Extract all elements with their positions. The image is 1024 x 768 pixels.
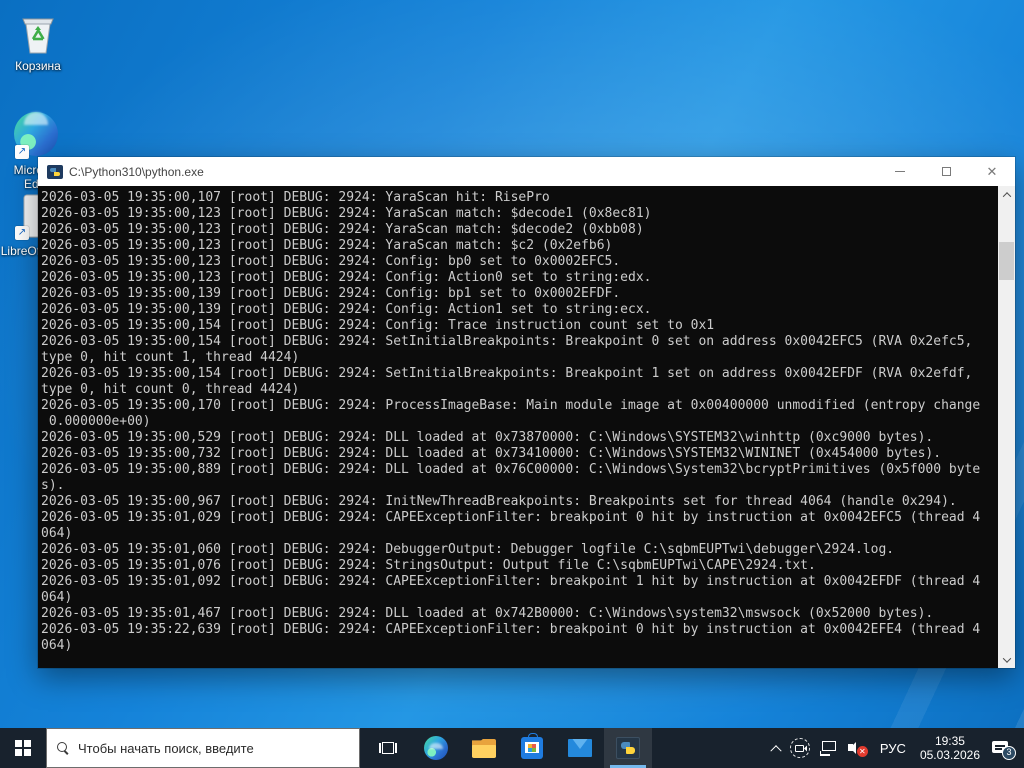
meet-now-button[interactable] bbox=[785, 728, 815, 768]
system-tray: ✕ РУС 19:35 05.03.2026 3 bbox=[767, 728, 1024, 768]
camera-icon bbox=[789, 738, 810, 758]
taskbar-app-edge[interactable] bbox=[412, 728, 460, 768]
window-titlebar[interactable]: C:\Python310\python.exe ✕ bbox=[38, 157, 1015, 186]
windows-logo-icon bbox=[15, 740, 31, 756]
chevron-down-icon bbox=[1002, 653, 1011, 663]
desktop-icon-recycle-bin[interactable]: Корзина bbox=[0, 8, 76, 73]
search-input[interactable]: Чтобы начать поиск, введите bbox=[46, 728, 360, 768]
volume-muted-icon: ✕ bbox=[847, 740, 868, 757]
taskbar-app-file-explorer[interactable] bbox=[460, 728, 508, 768]
notification-icon: 3 bbox=[992, 740, 1016, 760]
minimize-icon bbox=[895, 171, 905, 172]
taskbar-app-mail[interactable] bbox=[556, 728, 604, 768]
recycle-bin-icon bbox=[14, 8, 62, 56]
notification-badge: 3 bbox=[1002, 746, 1016, 760]
edge-icon: ↗ bbox=[14, 112, 62, 160]
chevron-up-icon bbox=[1002, 191, 1011, 201]
store-icon bbox=[521, 733, 543, 759]
clock-time: 19:35 bbox=[934, 734, 965, 748]
edge-icon bbox=[424, 736, 448, 760]
vertical-scrollbar[interactable] bbox=[998, 186, 1015, 668]
start-button[interactable] bbox=[0, 728, 46, 768]
network-button[interactable] bbox=[815, 728, 843, 768]
close-button[interactable]: ✕ bbox=[969, 157, 1015, 186]
search-icon bbox=[57, 742, 69, 754]
maximize-icon bbox=[941, 167, 951, 176]
action-center-button[interactable]: 3 bbox=[987, 728, 1024, 768]
taskbar-app-store[interactable] bbox=[508, 728, 556, 768]
close-icon: ✕ bbox=[986, 164, 998, 179]
language-indicator[interactable]: РУС bbox=[873, 741, 913, 756]
scrollbar-thumb[interactable] bbox=[999, 242, 1014, 280]
console-output: 2026-03-05 19:35:00,107 [root] DEBUG: 29… bbox=[38, 186, 998, 668]
console-log-text: 2026-03-05 19:35:00,107 [root] DEBUG: 29… bbox=[41, 190, 981, 653]
volume-button[interactable]: ✕ bbox=[843, 728, 873, 768]
folder-icon bbox=[472, 739, 496, 758]
taskbar-app-python-console[interactable] bbox=[604, 728, 652, 768]
task-view-icon bbox=[379, 740, 397, 756]
shortcut-arrow-icon: ↗ bbox=[15, 226, 29, 240]
search-placeholder: Чтобы начать поиск, введите bbox=[78, 740, 254, 756]
clock-date: 05.03.2026 bbox=[919, 748, 980, 762]
clock[interactable]: 19:35 05.03.2026 bbox=[913, 734, 987, 762]
desktop-icon-label: Корзина bbox=[15, 59, 61, 73]
console-window: C:\Python310\python.exe ✕ 2026-03-05 19:… bbox=[38, 157, 1015, 668]
show-hidden-icons-button[interactable] bbox=[767, 728, 785, 768]
maximize-button[interactable] bbox=[923, 157, 969, 186]
mail-icon bbox=[568, 739, 592, 757]
shortcut-arrow-icon: ↗ bbox=[15, 145, 29, 160]
scroll-down-button[interactable] bbox=[998, 651, 1015, 668]
task-view-button[interactable] bbox=[364, 728, 412, 768]
minimize-button[interactable] bbox=[877, 157, 923, 186]
taskbar: Чтобы начать поиск, введите ✕ РУС 19:35 … bbox=[0, 728, 1024, 768]
python-console-icon bbox=[47, 164, 63, 179]
window-title: C:\Python310\python.exe bbox=[69, 164, 204, 179]
chevron-up-icon bbox=[770, 745, 782, 757]
scroll-up-button[interactable] bbox=[998, 186, 1015, 203]
network-icon bbox=[819, 740, 838, 756]
python-console-icon bbox=[616, 737, 640, 759]
